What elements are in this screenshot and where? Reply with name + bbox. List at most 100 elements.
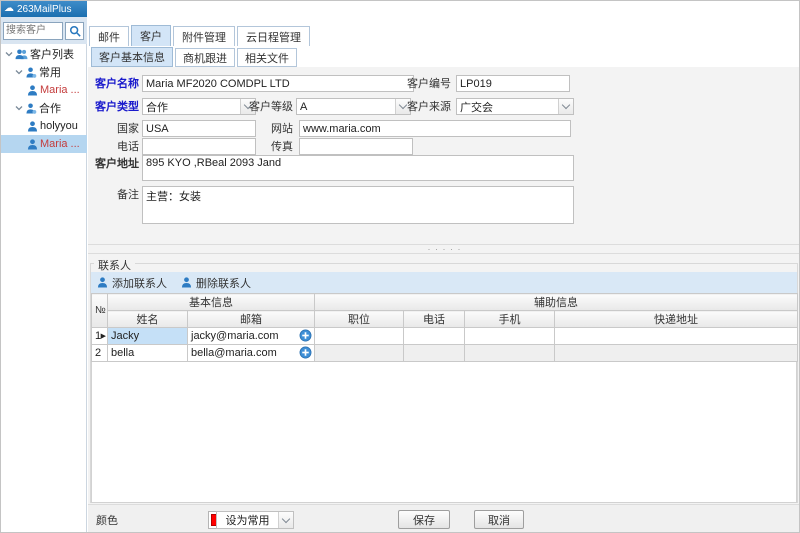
remark-label: 备注 [89, 189, 139, 202]
add-to-addressbook-button[interactable] [299, 329, 312, 345]
row-number-cell: 2 [92, 345, 108, 362]
set-common-value: 设为常用 [217, 512, 278, 528]
contact-phone-cell[interactable] [404, 345, 465, 362]
cancel-button[interactable]: 取消 [474, 510, 524, 529]
users-group-icon [15, 49, 28, 60]
user-badge-icon [25, 103, 37, 114]
remark-textarea[interactable]: 主营：女装 [142, 186, 574, 224]
customer-level-value: A [297, 101, 395, 113]
footer-bar: 颜色 设为常用 保存 取消 [88, 504, 800, 533]
country-input[interactable] [142, 120, 256, 137]
cloud-icon: ☁ [4, 4, 14, 14]
contact-phone-cell[interactable] [404, 328, 465, 345]
tab-related-files[interactable]: 相关文件 [237, 48, 297, 67]
set-common-select[interactable]: 设为常用 [216, 511, 294, 529]
customer-name-input[interactable] [142, 75, 414, 92]
contact-name-cell[interactable]: bella [108, 345, 188, 362]
website-input[interactable] [299, 120, 571, 137]
sidebar-item-label: 合作 [39, 100, 61, 116]
customer-source-label: 客户来源 [405, 101, 451, 114]
sidebar-item-holyyou[interactable]: holyyou [1, 117, 87, 135]
fax-label: 传真 [259, 141, 293, 154]
contact-express-address-cell[interactable] [555, 328, 798, 345]
customer-no-label: 客户编号 [405, 78, 451, 91]
contact-mobile-cell[interactable] [465, 345, 555, 362]
splitter-handle[interactable] [88, 244, 800, 254]
user-add-icon [97, 277, 108, 288]
mobile-column-header[interactable]: 手机 [465, 311, 555, 328]
phone-column-header[interactable]: 电话 [404, 311, 465, 328]
customer-tree: 客户列表 常用 Maria ... [1, 45, 87, 153]
user-icon [27, 121, 38, 132]
user-badge-icon [25, 67, 37, 78]
tab-opportunity-follow[interactable]: 商机跟进 [175, 48, 235, 67]
app-title: 263MailPlus [17, 4, 71, 15]
add-contact-button[interactable]: 添加联系人 [97, 275, 167, 291]
table-group-header-row: № 基本信息 辅助信息 [92, 294, 798, 311]
contacts-table: № 基本信息 辅助信息 姓名 邮箱 职位 电话 手机 快递地址 1▶ Jacky… [91, 293, 798, 362]
app-titlebar: ☁ 263MailPlus [1, 1, 87, 17]
search-icon [69, 25, 81, 37]
tab-cloud-schedule[interactable]: 云日程管理 [237, 26, 310, 46]
sidebar-item-label: Maria ... [40, 84, 80, 96]
sidebar-item-maria-common[interactable]: Maria ... [1, 81, 87, 99]
delete-contact-button[interactable]: 删除联系人 [181, 275, 251, 291]
chevron-down-icon[interactable] [4, 50, 13, 58]
add-to-addressbook-button[interactable] [299, 346, 312, 362]
search-button[interactable] [65, 22, 84, 40]
customer-level-select[interactable]: A [296, 98, 411, 115]
customer-type-label: 客户类型 [89, 101, 139, 114]
customer-type-select[interactable]: 合作 [142, 98, 256, 115]
table-header-row: 姓名 邮箱 职位 电话 手机 快递地址 [92, 311, 798, 328]
address-textarea[interactable]: 895 KYO ,RBeal 2093 Jand [142, 155, 574, 181]
table-row: 1▶ Jacky jacky@maria.com [92, 328, 798, 345]
customer-level-label: 客户等级 [249, 101, 293, 114]
customer-type-value: 合作 [143, 99, 240, 115]
contact-position-cell[interactable] [315, 345, 404, 362]
chevron-down-icon[interactable] [14, 104, 23, 112]
sidebar-item-cooperation-folder[interactable]: 合作 [1, 99, 87, 117]
sidebar-item-common-folder[interactable]: 常用 [1, 63, 87, 81]
tab-attachment-management[interactable]: 附件管理 [173, 26, 235, 46]
contact-name-cell[interactable]: Jacky [108, 328, 188, 345]
phone-input[interactable] [142, 138, 256, 155]
chevron-down-icon[interactable] [14, 68, 23, 76]
plus-circle-icon [299, 346, 312, 359]
customer-no-input[interactable] [456, 75, 570, 92]
customer-address-label: 客户地址 [89, 158, 139, 171]
chevron-down-icon [278, 512, 293, 528]
search-input[interactable] [3, 22, 63, 40]
tab-mail[interactable]: 邮件 [89, 26, 129, 46]
user-icon [27, 85, 38, 96]
sidebar-item-label: holyyou [40, 120, 78, 132]
contact-email-cell[interactable]: bella@maria.com [188, 345, 315, 362]
save-button[interactable]: 保存 [398, 510, 450, 529]
sidebar-item-customer-list[interactable]: 客户列表 [1, 45, 87, 63]
website-label: 网站 [259, 123, 293, 136]
customer-source-value: 广交会 [457, 99, 558, 115]
current-row-marker-icon: ▶ [101, 332, 106, 340]
row-number-header: № [92, 294, 108, 328]
sidebar-item-maria-selected[interactable]: Maria ... [1, 135, 87, 153]
contacts-grid: № 基本信息 辅助信息 姓名 邮箱 职位 电话 手机 快递地址 1▶ Jacky… [91, 294, 797, 503]
contact-email-cell[interactable]: jacky@maria.com [188, 328, 315, 345]
email-column-header[interactable]: 邮箱 [188, 311, 315, 328]
row-number-cell: 1▶ [92, 328, 108, 345]
user-icon [27, 139, 38, 150]
contact-mobile-cell[interactable] [465, 328, 555, 345]
app-window: ☁ 263MailPlus 客户列表 [0, 0, 800, 533]
name-column-header[interactable]: 姓名 [108, 311, 188, 328]
express-address-column-header[interactable]: 快递地址 [555, 311, 798, 328]
contact-position-cell[interactable] [315, 328, 404, 345]
country-label: 国家 [89, 123, 139, 136]
fax-input[interactable] [299, 138, 413, 155]
customer-source-select[interactable]: 广交会 [456, 98, 574, 115]
tab-customer-basic-info[interactable]: 客户基本信息 [91, 47, 173, 67]
sub-tab-strip: 客户基本信息 商机跟进 相关文件 [91, 47, 297, 67]
tab-customer[interactable]: 客户 [131, 25, 171, 46]
main-tab-strip: 邮件 客户 附件管理 云日程管理 [89, 25, 310, 46]
position-column-header[interactable]: 职位 [315, 311, 404, 328]
contact-express-address-cell[interactable] [555, 345, 798, 362]
sidebar-item-label: 客户列表 [30, 46, 74, 62]
phone-label: 电话 [89, 141, 139, 154]
